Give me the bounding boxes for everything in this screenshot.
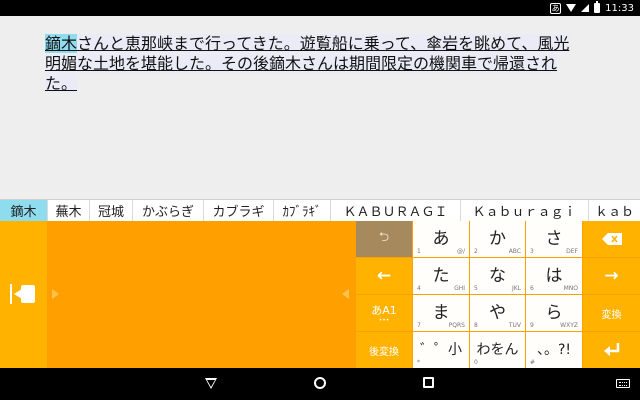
key-main-label: ま — [432, 303, 450, 323]
key-main-label: は — [545, 266, 563, 286]
candidate-item[interactable]: かぶらぎ — [133, 200, 204, 221]
key-punctuation[interactable]: 、。?! # — [526, 332, 582, 368]
composing-text: 鏑木 — [45, 34, 78, 53]
key-sub-label: * — [417, 359, 420, 366]
input-mode-button[interactable]: あA1 ••• — [356, 295, 412, 331]
cursor-left-button[interactable]: ← — [356, 258, 412, 294]
ime-indicator-icon: あ — [550, 2, 562, 14]
keyboard-switch-icon[interactable] — [616, 379, 630, 388]
undo-button[interactable]: ⮌ — [356, 221, 412, 257]
key-main-label: ら — [545, 303, 563, 323]
recents-icon[interactable] — [423, 377, 434, 388]
key-sub-label: 8 — [474, 322, 478, 329]
key-wa[interactable]: わをん 0 — [470, 332, 525, 368]
backspace-icon — [601, 233, 622, 245]
key-ka[interactable]: か 2 ABC — [470, 221, 525, 257]
kouhen-button[interactable]: 後変換 — [356, 332, 412, 368]
expand-left-icon[interactable] — [342, 289, 349, 299]
key-sub-label: 4 — [417, 285, 421, 292]
candidate-item[interactable]: ＫＡＢＵＲＡＧＩ — [331, 200, 461, 221]
key-sub-label: # — [530, 359, 536, 366]
back-icon[interactable] — [205, 378, 217, 389]
key-main-label: ゛゜小 — [420, 342, 462, 358]
candidate-item[interactable]: Ｋａｂｕｒａｇｉ — [461, 200, 589, 221]
key-main-label: あ — [432, 229, 450, 249]
key-sub-label: TUV — [508, 322, 521, 329]
editor-line-3: た。 — [45, 74, 78, 93]
keyboard-left-panel — [0, 221, 47, 368]
key-ya[interactable]: や 8 TUV — [470, 295, 525, 331]
key-dakuten-small[interactable]: ゛゜小 * — [413, 332, 469, 368]
home-icon[interactable] — [314, 377, 326, 389]
key-main-label: わをん — [476, 342, 519, 358]
clock: 11:33 — [605, 2, 634, 14]
candidate-item[interactable]: カブラギ — [204, 200, 274, 221]
key-sub-label: 6 — [530, 285, 534, 292]
status-bar: あ 11:33 — [0, 0, 640, 16]
arrow-right-icon: → — [604, 266, 619, 286]
key-ma[interactable]: ま 7 PQRS — [413, 295, 469, 331]
key-na[interactable]: な 5 JKL — [470, 258, 525, 294]
candidate-item[interactable]: 冠城 — [90, 200, 133, 221]
expand-right-icon[interactable] — [52, 289, 59, 299]
key-main-label: か — [489, 229, 506, 249]
key-sub-label: 0 — [474, 359, 478, 366]
wifi-icon — [566, 4, 577, 12]
editor-line-1: さんと恵那峡まで行ってきた。遊覧船に乗って、傘岩を眺めて、風光 — [77, 34, 570, 53]
key-main-label: や — [489, 303, 506, 323]
key-sub-label: 2 — [474, 248, 478, 255]
undo-icon: ⮌ — [378, 230, 390, 245]
key-main-label: な — [489, 266, 506, 286]
navigation-bar — [0, 368, 640, 400]
keyboard: ⮌ ← あA1 ••• 後変換 あ 1 @/ か 2 ABC さ 3 DEF た 4 GHI な… — [0, 221, 640, 368]
key-sub-label: MNO — [563, 285, 578, 292]
arrow-left-icon: ← — [376, 266, 392, 286]
backspace-button[interactable] — [583, 221, 640, 257]
battery-icon — [594, 1, 601, 13]
key-sub-label: 7 — [417, 322, 421, 329]
key-main-label: 、。?! — [536, 342, 572, 358]
cursor-right-button[interactable]: → — [583, 258, 640, 294]
candidate-item[interactable]: ｋａｂ — [589, 200, 640, 221]
key-sub-label: GHI — [454, 285, 465, 292]
key-sub-label: WXYZ — [560, 322, 578, 329]
key-sub-label: 3 — [530, 248, 534, 255]
text-editor[interactable]: 鏑木さんと恵那峡まで行ってきた。遊覧船に乗って、傘岩を眺めて、風光 明媚な土地を… — [0, 16, 640, 199]
editor-text[interactable]: 鏑木さんと恵那峡まで行ってきた。遊覧船に乗って、傘岩を眺めて、風光 明媚な土地を… — [45, 34, 605, 94]
key-sub-label: JKL — [511, 285, 521, 292]
key-ha[interactable]: は 6 MNO — [526, 258, 582, 294]
key-sub-label: PQRS — [448, 322, 465, 329]
enter-icon — [603, 343, 619, 356]
key-sa[interactable]: さ 3 DEF — [526, 221, 582, 257]
key-sub-label: 5 — [474, 285, 478, 292]
candidate-item[interactable]: 鏑木 — [0, 200, 48, 221]
input-mode-dots: ••• — [378, 317, 390, 324]
candidate-item[interactable]: 蕪木 — [48, 200, 90, 221]
key-sub-label: DEF — [566, 248, 578, 255]
cell-signal-icon — [581, 4, 590, 12]
input-mode-label: あA1 — [371, 304, 397, 317]
key-sub-label: @/ — [456, 248, 465, 255]
key-sub-label: ABC — [508, 248, 521, 255]
key-ra[interactable]: ら 9 WXYZ — [526, 295, 582, 331]
android-screen: あ 11:33 鏑木さんと恵那峡まで行ってきた。遊覧船に乗って、傘岩を眺めて、風… — [0, 0, 640, 400]
kouhen-label: 後変換 — [369, 346, 399, 358]
henkan-label: 変換 — [601, 309, 622, 321]
collapse-keyboard-icon[interactable] — [8, 283, 38, 305]
key-sub-label: 9 — [530, 322, 534, 329]
editor-line-2: 明媚な土地を堪能した。その後鏑木さんは期間限定の機関車で帰還され — [45, 54, 558, 73]
key-main-label: た — [432, 266, 450, 286]
candidate-item[interactable]: ｶﾌﾞﾗｷﾞ — [274, 200, 331, 221]
key-a[interactable]: あ 1 @/ — [413, 221, 469, 257]
key-main-label: さ — [545, 229, 563, 249]
enter-button[interactable] — [583, 332, 640, 368]
key-sub-label: 1 — [417, 248, 421, 255]
candidate-bar: 鏑木 蕪木 冠城 かぶらぎ カブラギ ｶﾌﾞﾗｷﾞ ＫＡＢＵＲＡＧＩ Ｋａｂｕｒ… — [0, 199, 640, 221]
key-ta[interactable]: た 4 GHI — [413, 258, 469, 294]
henkan-button[interactable]: 変換 — [583, 295, 640, 331]
